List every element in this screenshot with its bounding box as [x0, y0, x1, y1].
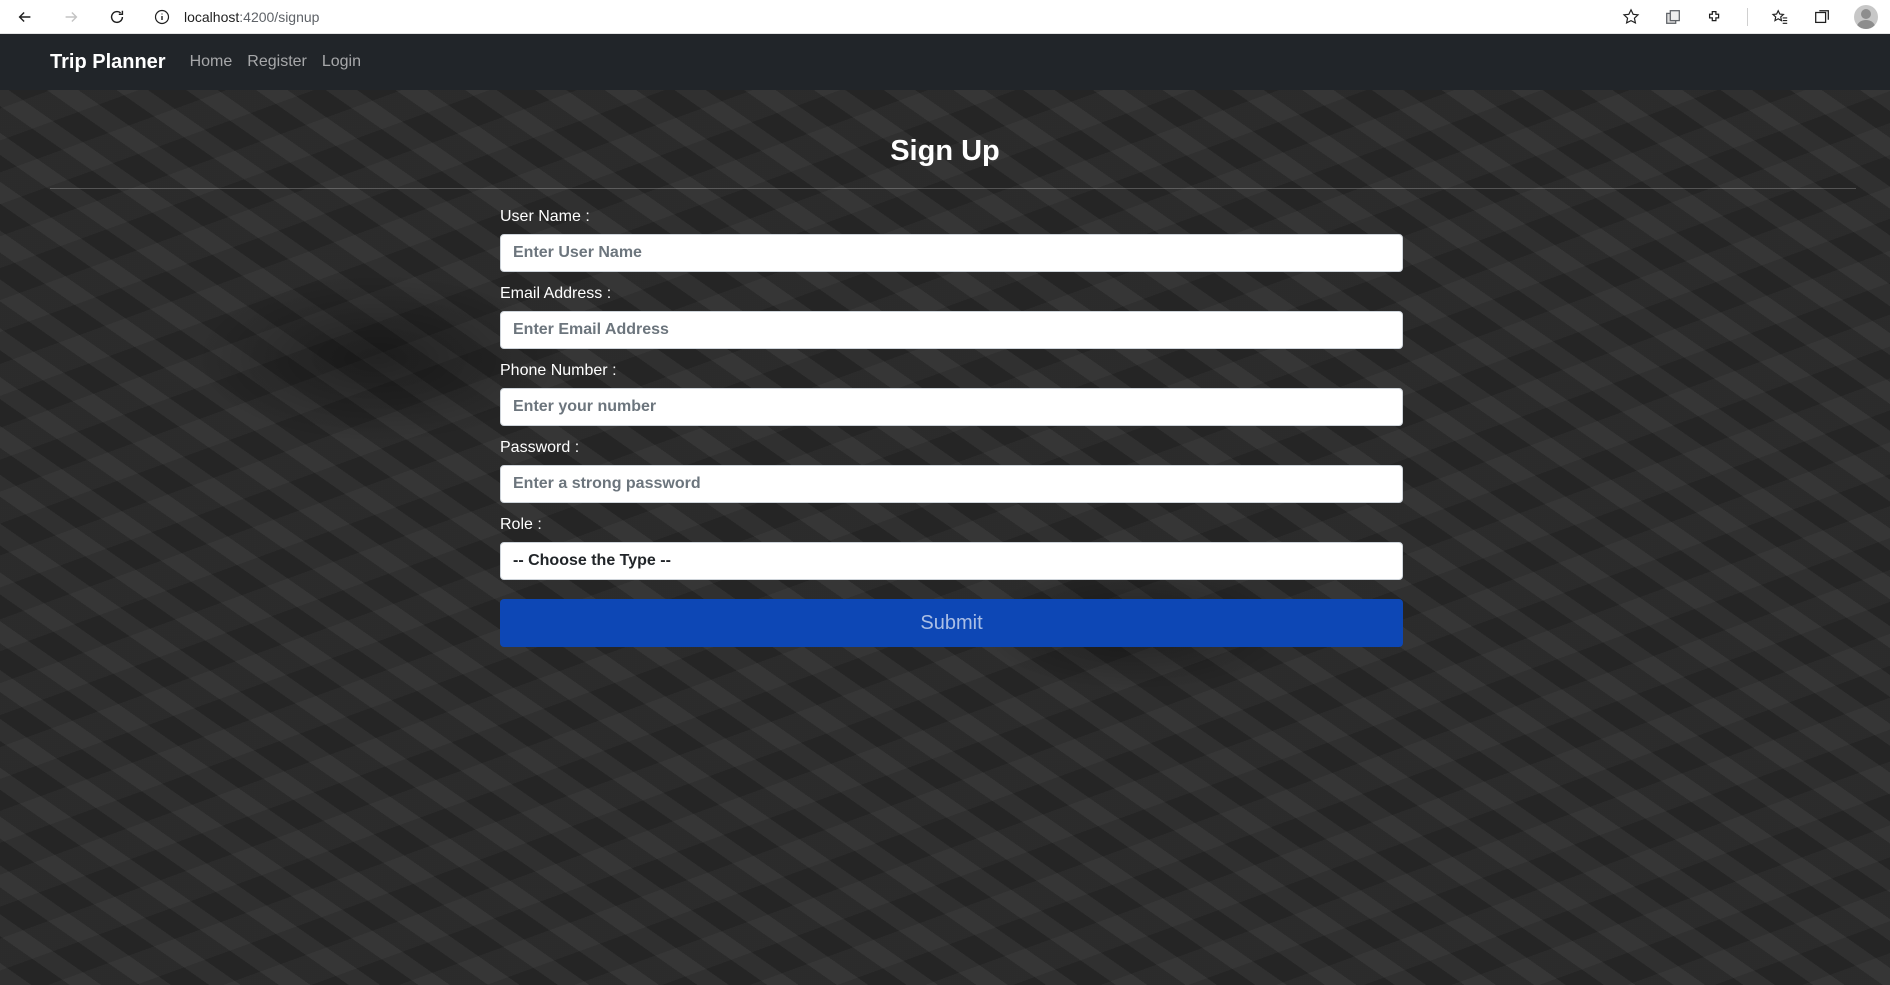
email-input[interactable] [500, 311, 1403, 349]
toolbar-divider [1747, 8, 1748, 26]
back-icon[interactable] [10, 2, 40, 32]
role-label: Role : [500, 516, 542, 533]
url-host: localhost [184, 8, 240, 25]
phone-input[interactable] [500, 388, 1403, 426]
extensions-icon[interactable] [1705, 7, 1725, 27]
username-input[interactable] [500, 234, 1403, 272]
url-text: localhost:4200/signup [184, 9, 319, 25]
browser-toolbar: localhost:4200/signup [0, 0, 1890, 34]
phone-label: Phone Number : [500, 362, 617, 379]
signup-form: User Name : Email Address : Phone Number… [500, 205, 1403, 647]
role-select-value: -- Choose the Type -- [513, 552, 671, 569]
collections-icon[interactable] [1663, 7, 1683, 27]
favorites-icon[interactable] [1770, 7, 1790, 27]
app-navbar: Trip Planner Home Register Login [0, 34, 1890, 90]
brand-link[interactable]: Trip Planner [50, 51, 166, 74]
nav-link-register[interactable]: Register [247, 53, 307, 71]
submit-button[interactable]: Submit [500, 599, 1403, 647]
password-label: Password : [500, 439, 580, 456]
nav-link-login[interactable]: Login [322, 53, 361, 71]
role-select[interactable]: -- Choose the Type -- [500, 542, 1403, 580]
title-divider [50, 188, 1856, 189]
url-path: :4200/signup [239, 8, 320, 25]
email-label: Email Address : [500, 285, 612, 302]
page-title: Sign Up [890, 135, 1000, 167]
address-bar[interactable]: localhost:4200/signup [154, 3, 319, 31]
favorite-star-icon[interactable] [1621, 7, 1641, 27]
reload-icon[interactable] [102, 2, 132, 32]
tab-actions-icon[interactable] [1812, 7, 1832, 27]
password-input[interactable] [500, 465, 1403, 503]
username-label: User Name : [500, 208, 590, 225]
forward-icon[interactable] [56, 2, 86, 32]
info-icon[interactable] [154, 9, 170, 25]
nav-link-home[interactable]: Home [190, 53, 233, 71]
profile-avatar[interactable] [1854, 5, 1878, 29]
